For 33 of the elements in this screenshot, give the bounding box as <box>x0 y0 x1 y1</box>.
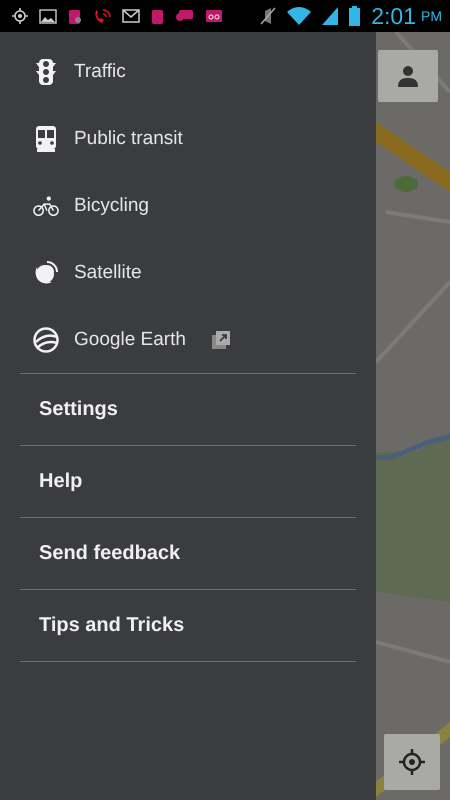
train-icon <box>35 126 57 152</box>
mute-icon <box>260 7 276 25</box>
voicemail-icon <box>205 9 223 23</box>
menu-item[interactable]: Tips and Tricks <box>0 590 376 661</box>
bicycle-icon <box>33 194 59 216</box>
menu-item[interactable]: Settings <box>0 374 376 445</box>
clock-period: PM <box>421 8 442 24</box>
globe-icon <box>33 326 59 352</box>
person-icon <box>398 65 418 87</box>
layer-item[interactable]: Bicycling <box>74 194 149 216</box>
message-icon <box>176 9 194 23</box>
phone-icon <box>93 8 111 24</box>
clock-time: 2:01 <box>371 2 416 30</box>
account-button[interactable] <box>378 50 438 102</box>
external-link-icon <box>212 330 230 348</box>
satellite-dish-icon <box>34 260 58 284</box>
layer-item[interactable]: Satellite <box>74 262 142 284</box>
layer-item[interactable]: Public transit <box>74 128 183 150</box>
signal-icon <box>322 7 338 25</box>
location-icon <box>12 8 28 24</box>
my-location-button[interactable] <box>384 734 440 790</box>
battery-icon <box>349 6 360 26</box>
mail-icon <box>122 9 140 23</box>
location-icon <box>399 749 425 775</box>
layer-item[interactable]: Traffic <box>74 60 126 82</box>
app-notification-icon <box>68 7 82 25</box>
app-notification-icon <box>151 7 165 25</box>
menu-item[interactable]: Help <box>0 446 376 517</box>
menu-item[interactable]: Send feedback <box>0 518 376 589</box>
image-icon <box>39 8 57 24</box>
wifi-icon <box>287 7 312 25</box>
traffic-light-icon <box>36 58 56 84</box>
layer-item[interactable]: Google Earth <box>74 328 186 350</box>
